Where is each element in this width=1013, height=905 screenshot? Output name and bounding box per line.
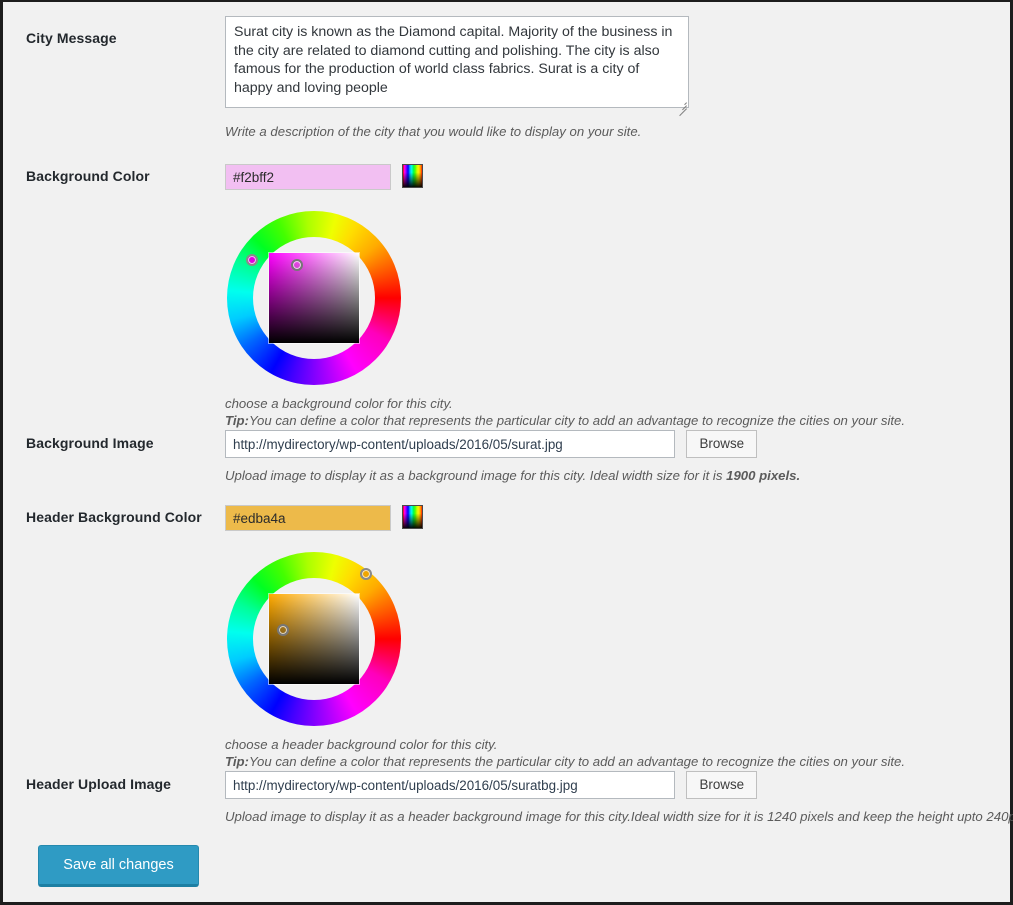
sv-marker[interactable] bbox=[277, 624, 290, 636]
desc-background-image-bold: 1900 pixels. bbox=[726, 468, 801, 483]
city-message-textarea-wrap: Surat city is known as the Diamond capit… bbox=[225, 16, 689, 117]
label-background-image: Background Image bbox=[26, 435, 154, 451]
sv-marker[interactable] bbox=[290, 258, 303, 271]
field-city-message: Surat city is known as the Diamond capit… bbox=[225, 16, 689, 140]
desc-background-image-pre: Upload image to display it as a backgrou… bbox=[225, 468, 727, 483]
hue-gradient-icon[interactable] bbox=[402, 505, 424, 529]
tip-label: Tip: bbox=[225, 413, 249, 428]
label-city-message: City Message bbox=[26, 30, 117, 46]
desc-header-background-color-tip: Tip:You can define a color that represen… bbox=[225, 753, 905, 770]
field-header-upload-image: Browse Upload image to display it as a h… bbox=[225, 771, 1013, 825]
background-image-browse-button[interactable]: Browse bbox=[686, 430, 758, 458]
tip-text: You can define a color that represents t… bbox=[248, 413, 906, 428]
saturation-value-square[interactable] bbox=[268, 252, 360, 344]
desc-background-color: choose a background color for this city. bbox=[225, 396, 453, 411]
hue-gradient-icon[interactable] bbox=[402, 164, 424, 188]
label-header-upload-image: Header Upload Image bbox=[26, 776, 172, 792]
desc-background-image: Upload image to display it as a backgrou… bbox=[225, 467, 800, 484]
background-color-wheel[interactable] bbox=[227, 211, 401, 385]
saturation-value-square[interactable] bbox=[268, 593, 360, 685]
header-background-color-wheel[interactable] bbox=[227, 552, 401, 726]
header-upload-image-browse-button[interactable]: Browse bbox=[686, 771, 758, 799]
field-background-color: choose a background color for this city.… bbox=[225, 164, 905, 429]
hue-marker[interactable] bbox=[246, 253, 259, 266]
tip-label: Tip: bbox=[225, 754, 249, 769]
background-image-input[interactable] bbox=[225, 430, 675, 458]
settings-page: City Message Surat city is known as the … bbox=[0, 0, 1013, 905]
field-background-image: Browse Upload image to display it as a b… bbox=[225, 430, 800, 484]
header-upload-image-input[interactable] bbox=[225, 771, 675, 799]
label-header-background-color: Header Background Color bbox=[26, 509, 202, 525]
desc-header-background-color: choose a header background color for thi… bbox=[225, 737, 498, 752]
city-message-input[interactable]: Surat city is known as the Diamond capit… bbox=[225, 16, 689, 108]
tip-text: You can define a color that represents t… bbox=[248, 754, 906, 769]
desc-city-message: Write a description of the city that you… bbox=[225, 124, 642, 139]
header-background-color-input[interactable] bbox=[225, 505, 391, 531]
background-color-input[interactable] bbox=[225, 164, 391, 190]
label-background-color: Background Color bbox=[26, 168, 150, 184]
field-header-background-color: choose a header background color for thi… bbox=[225, 505, 905, 770]
value-layer bbox=[269, 594, 359, 684]
desc-header-upload-image: Upload image to display it as a header b… bbox=[225, 809, 1013, 824]
desc-background-color-tip: Tip:You can define a color that represen… bbox=[225, 412, 905, 429]
save-all-changes-button[interactable]: Save all changes bbox=[38, 845, 199, 887]
value-layer bbox=[269, 253, 359, 343]
hue-marker[interactable] bbox=[360, 567, 373, 580]
